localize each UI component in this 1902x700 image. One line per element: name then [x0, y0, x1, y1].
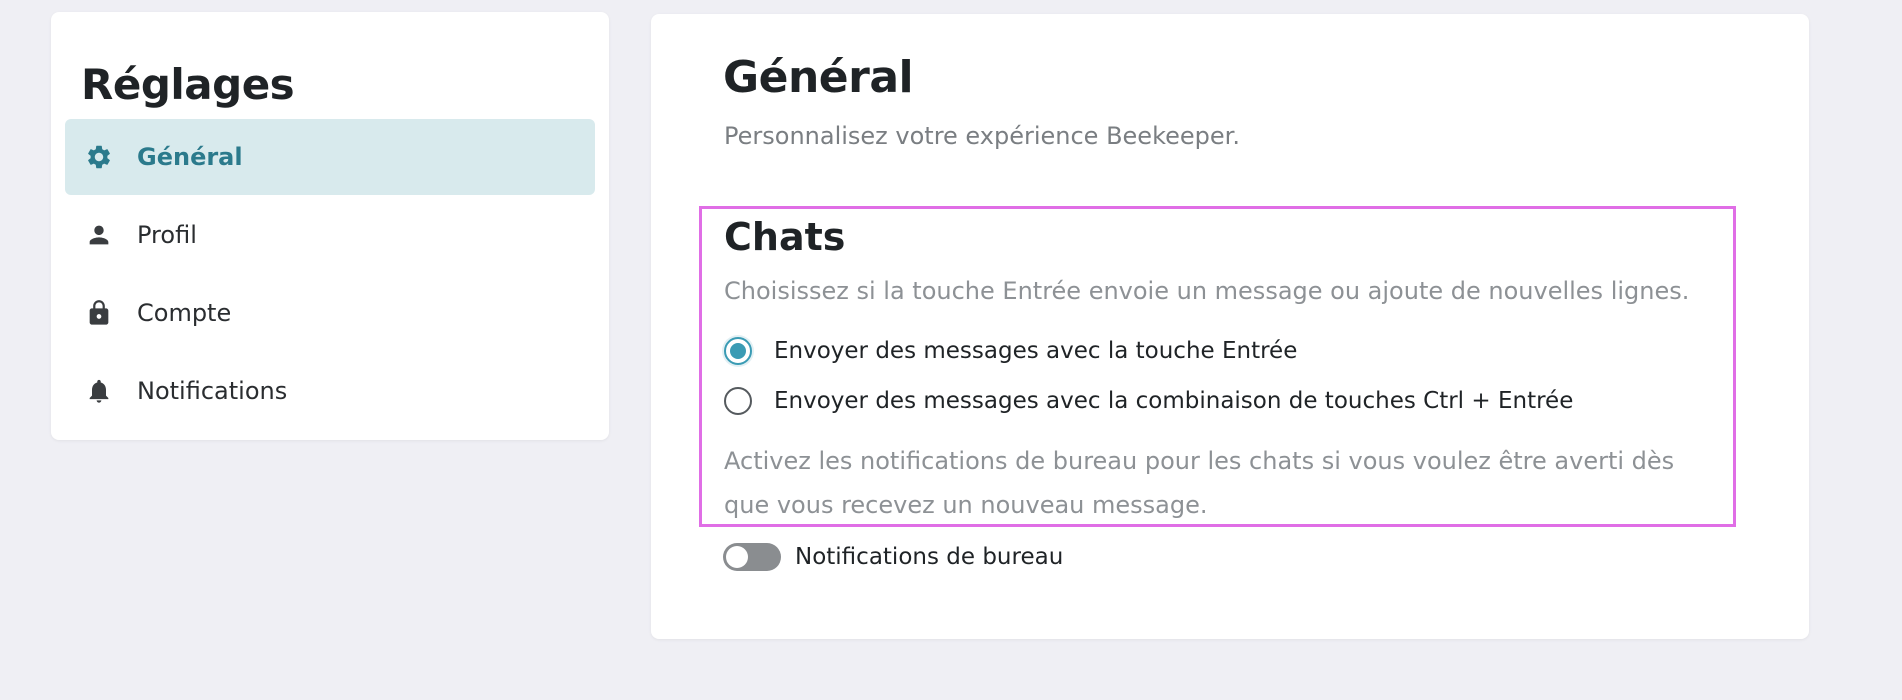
settings-sidebar: Réglages Général Profil Compte Notificat…: [51, 12, 609, 440]
sidebar-item-general[interactable]: Général: [65, 119, 595, 195]
ctrl-enter-sends-radio[interactable]: [724, 387, 752, 415]
sidebar-item-notifications[interactable]: Notifications: [65, 353, 595, 429]
settings-panel: Général Personnalisez votre expérience B…: [651, 14, 1809, 639]
gear-icon: [83, 141, 115, 173]
chats-description: Choisissez si la touche Entrée envoie un…: [724, 277, 1690, 305]
ctrl-enter-sends-option[interactable]: Envoyer des messages avec la combinaison…: [724, 387, 1573, 415]
person-icon: [83, 219, 115, 251]
desktop-notifications-toggle[interactable]: [723, 543, 781, 571]
settings-nav: Général Profil Compte Notifications: [65, 119, 595, 431]
sidebar-item-label: Notifications: [137, 377, 288, 405]
page-subtitle: Personnalisez votre expérience Beekeeper…: [724, 122, 1240, 150]
bell-icon: [83, 375, 115, 407]
desktop-notifications-label: Notifications de bureau: [795, 544, 1064, 570]
sidebar-item-account[interactable]: Compte: [65, 275, 595, 351]
ctrl-enter-sends-label: Envoyer des messages avec la combinaison…: [774, 388, 1574, 414]
chats-section: Chats Choisissez si la touche Entrée env…: [699, 206, 1736, 527]
sidebar-item-profile[interactable]: Profil: [65, 197, 595, 273]
lock-icon: [83, 297, 115, 329]
sidebar-item-label: Profil: [137, 221, 197, 249]
sidebar-title: Réglages: [81, 60, 295, 109]
enter-sends-radio[interactable]: [724, 337, 752, 365]
sidebar-item-label: Compte: [137, 299, 232, 327]
notifications-description: Activez les notifications de bureau pour…: [724, 447, 1675, 519]
sidebar-item-label: Général: [137, 143, 243, 171]
desktop-notifications-row: Notifications de bureau: [723, 543, 1063, 571]
enter-sends-option[interactable]: Envoyer des messages avec la touche Entr…: [724, 337, 1297, 365]
page-title: Général: [723, 52, 914, 103]
chats-title: Chats: [724, 215, 846, 259]
enter-sends-label: Envoyer des messages avec la touche Entr…: [774, 338, 1298, 364]
